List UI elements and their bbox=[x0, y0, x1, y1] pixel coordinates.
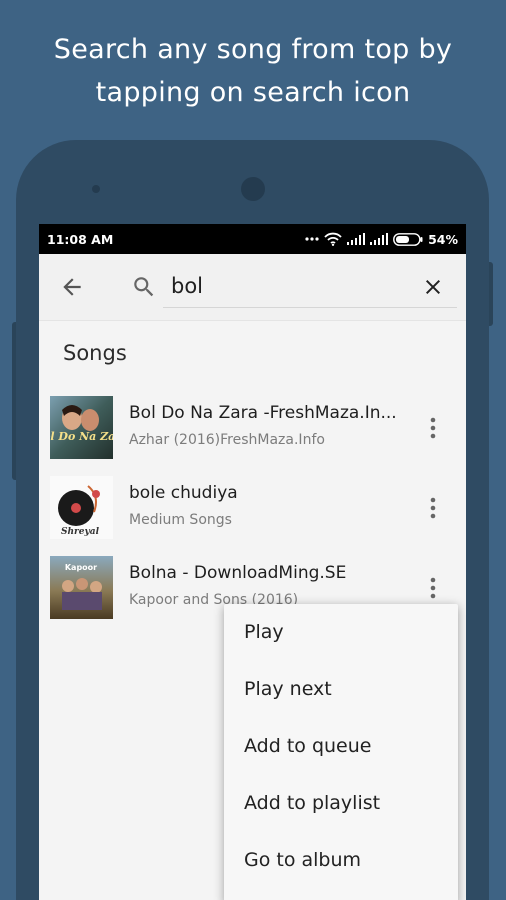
song-title: Bol Do Na Zara -FreshMaza.In... bbox=[129, 403, 397, 423]
phone-sensor bbox=[92, 185, 100, 193]
song-title: bole chudiya bbox=[129, 483, 238, 503]
status-bar: 11:08 AM 54% bbox=[39, 224, 466, 254]
song-subtitle: Azhar (2016)FreshMaza.Info bbox=[129, 432, 325, 448]
search-toolbar: bol bbox=[39, 254, 466, 321]
signal-icon bbox=[347, 233, 366, 245]
app-screen: 11:08 AM 54% bol Songs l Do Na Z Bol Do … bbox=[39, 224, 466, 900]
album-art: Kapoor bbox=[50, 556, 113, 619]
status-time: 11:08 AM bbox=[47, 231, 114, 247]
search-input[interactable]: bol bbox=[163, 268, 457, 308]
back-arrow-icon[interactable] bbox=[59, 274, 85, 300]
search-query[interactable]: bol bbox=[171, 274, 203, 298]
menu-item-play[interactable]: Play bbox=[224, 604, 458, 661]
phone-power-button bbox=[489, 262, 493, 326]
wifi-icon bbox=[324, 232, 342, 246]
menu-item-go-to-album[interactable]: Go to album bbox=[224, 832, 458, 889]
promo-headline-line1: Search any song from top by bbox=[53, 34, 453, 65]
promo-headline: Search any song from top by tapping on s… bbox=[0, 28, 506, 114]
album-art-label: Shreyal bbox=[61, 527, 100, 537]
song-row[interactable]: Shreyal bole chudiya Medium Songs bbox=[39, 476, 466, 548]
song-subtitle: Medium Songs bbox=[129, 512, 232, 528]
album-art: Bol Do Na Zara bbox=[50, 396, 113, 459]
battery-level: 54% bbox=[428, 231, 458, 247]
phone-camera bbox=[241, 177, 265, 201]
album-art-label: Kapoor bbox=[65, 563, 97, 572]
album-art: Shreyal bbox=[50, 476, 113, 539]
search-icon[interactable] bbox=[131, 274, 157, 300]
song-context-menu: Play Play next Add to queue Add to playl… bbox=[224, 604, 458, 900]
more-vert-icon[interactable] bbox=[423, 576, 443, 600]
menu-item-play-next[interactable]: Play next bbox=[224, 661, 458, 718]
menu-item-add-to-playlist[interactable]: Add to playlist bbox=[224, 775, 458, 832]
song-row[interactable]: Bol Do Na Zara Bol Do Na Zara -FreshMaza… bbox=[39, 396, 466, 468]
battery-icon bbox=[393, 232, 423, 246]
song-title: Bolna - DownloadMing.SE bbox=[129, 563, 347, 583]
more-vert-icon[interactable] bbox=[423, 496, 443, 520]
promo-headline-line2: tapping on search icon bbox=[95, 77, 411, 108]
status-icons: 54% bbox=[305, 232, 458, 247]
close-icon[interactable] bbox=[421, 275, 445, 299]
dots-icon bbox=[305, 237, 319, 241]
album-art-label: Bol Do Na Zara bbox=[50, 430, 113, 443]
section-title-songs: Songs bbox=[63, 341, 127, 365]
signal-icon bbox=[370, 233, 389, 245]
more-vert-icon[interactable] bbox=[423, 416, 443, 440]
menu-item-add-to-queue[interactable]: Add to queue bbox=[224, 718, 458, 775]
